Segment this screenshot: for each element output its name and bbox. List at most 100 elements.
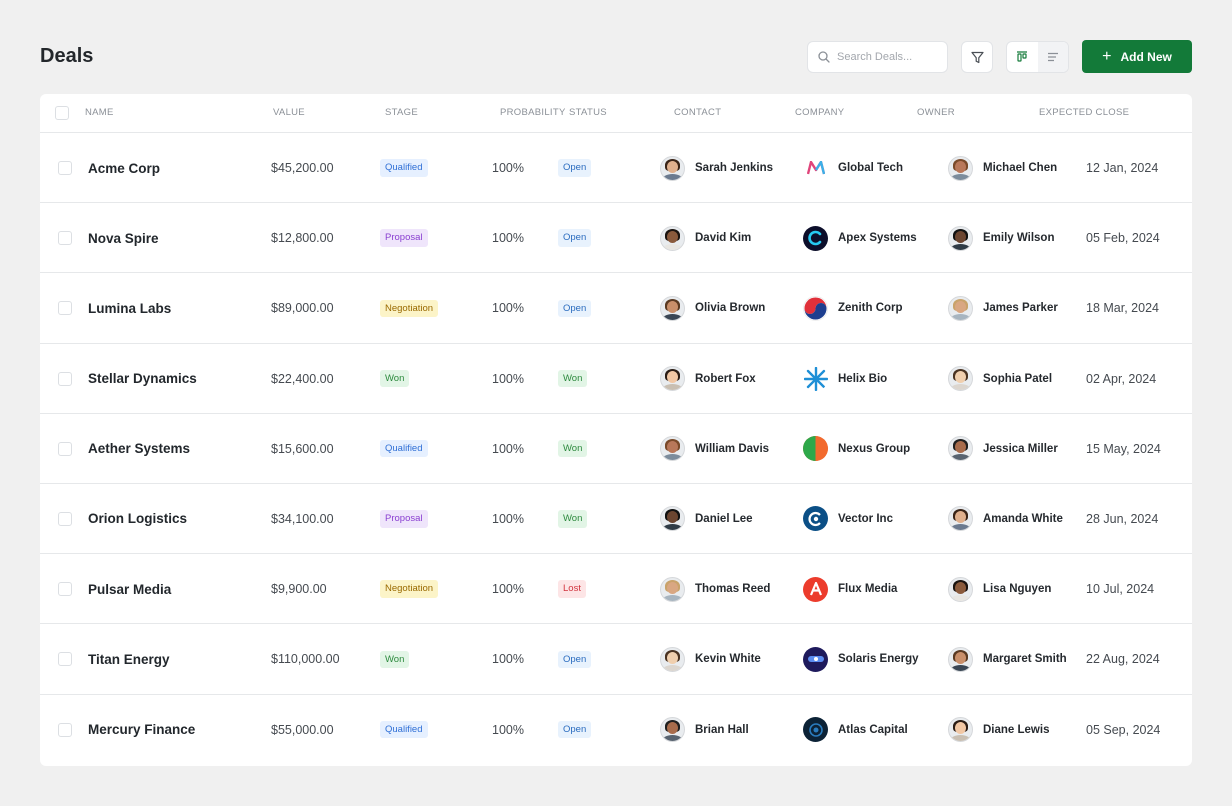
contact-name: William Davis: [695, 442, 770, 455]
company-entry[interactable]: Nexus Group: [803, 436, 910, 462]
table-row[interactable]: Pulsar Media $9,900.00 Negotiation 100% Lost…: [40, 554, 1192, 625]
deal-name[interactable]: Stellar Dynamics: [88, 344, 197, 414]
owner-person[interactable]: Margaret Smith: [948, 646, 1067, 672]
table-row[interactable]: Nova Spire $12,800.00 Proposal 100% Open Davi…: [40, 203, 1192, 274]
deal-name[interactable]: Mercury Finance: [88, 695, 195, 765]
avatar: [948, 717, 973, 742]
row-checkbox[interactable]: [58, 161, 72, 175]
expected-close-date: 28 Jun, 2024: [1086, 511, 1159, 526]
contact-person[interactable]: Thomas Reed: [660, 576, 770, 602]
row-checkbox[interactable]: [58, 511, 72, 526]
avatar: [948, 576, 973, 602]
deal-value: $15,600.00: [271, 441, 334, 456]
table-row[interactable]: Orion Logistics $34,100.00 Proposal 100% Won…: [40, 484, 1192, 555]
deal-name[interactable]: Orion Logistics: [88, 484, 187, 554]
select-all-checkbox[interactable]: [55, 106, 69, 120]
avatar: [948, 225, 973, 251]
status-badge: Open: [558, 159, 592, 177]
company-logo: [803, 295, 828, 321]
column-header-owner[interactable]: Owner: [917, 94, 955, 133]
table-row[interactable]: Titan Energy $110,000.00 Won 100% Open Kevin …: [40, 624, 1192, 695]
deal-value: $110,000.00: [271, 652, 340, 667]
company-name: Apex Systems: [838, 232, 917, 245]
deal-name[interactable]: Pulsar Media: [88, 554, 171, 624]
deal-name[interactable]: Titan Energy: [88, 624, 170, 694]
row-checkbox[interactable]: [58, 582, 72, 597]
table-row[interactable]: Lumina Labs $89,000.00 Negotiation 100% Open…: [40, 273, 1192, 344]
owner-person[interactable]: James Parker: [948, 295, 1058, 321]
view-toggle[interactable]: [1006, 41, 1069, 73]
row-checkbox[interactable]: [58, 301, 72, 316]
add-new-button[interactable]: + Add New: [1082, 40, 1192, 73]
column-header-probability[interactable]: Probability: [500, 94, 566, 133]
expected-close-date: 02 Apr, 2024: [1086, 371, 1157, 386]
table-row[interactable]: Acme Corp $45,200.00 Qualified 100% Open Sara…: [40, 133, 1192, 204]
company-name: Flux Media: [838, 583, 898, 596]
company-entry[interactable]: Apex Systems: [803, 225, 917, 251]
avatar: [660, 366, 685, 392]
column-header-stage[interactable]: Stage: [385, 94, 418, 133]
deal-value: $45,200.00: [271, 161, 334, 175]
company-entry[interactable]: Zenith Corp: [803, 295, 903, 321]
table-row[interactable]: Mercury Finance $55,000.00 Qualified 100% Op…: [40, 695, 1192, 765]
table-row[interactable]: Stellar Dynamics $22,400.00 Won 100% Won Robe…: [40, 344, 1192, 414]
table-row[interactable]: Aether Systems $15,600.00 Qualified 100% Won…: [40, 414, 1192, 484]
company-entry[interactable]: Atlas Capital: [803, 717, 908, 742]
deal-probability: 100%: [492, 652, 524, 667]
column-header-contact[interactable]: Contact: [674, 94, 721, 133]
search-box[interactable]: [807, 41, 948, 73]
contact-person[interactable]: William Davis: [660, 436, 770, 462]
expected-close-date: 22 Aug, 2024: [1086, 652, 1160, 667]
owner-person[interactable]: Jessica Miller: [948, 436, 1058, 462]
row-checkbox[interactable]: [58, 441, 72, 456]
filter-icon: [970, 51, 984, 63]
deal-name[interactable]: Lumina Labs: [88, 273, 171, 343]
stage-badge: Qualified: [380, 159, 428, 177]
avatar: [660, 225, 685, 251]
contact-person[interactable]: David Kim: [660, 225, 751, 251]
owner-person[interactable]: Amanda White: [948, 506, 1063, 532]
row-checkbox[interactable]: [58, 231, 72, 246]
contact-person[interactable]: Sarah Jenkins: [660, 155, 773, 181]
contact-person[interactable]: Robert Fox: [660, 366, 756, 392]
stage-badge: Qualified: [380, 440, 428, 458]
table-header: Name Value Stage Probability Status Cont…: [40, 94, 1192, 133]
contact-name: Robert Fox: [695, 372, 756, 385]
deal-probability: 100%: [492, 511, 524, 526]
row-checkbox[interactable]: [58, 722, 72, 737]
owner-person[interactable]: Michael Chen: [948, 155, 1057, 181]
contact-person[interactable]: Olivia Brown: [660, 295, 765, 321]
company-entry[interactable]: Vector Inc: [803, 506, 893, 532]
owner-person[interactable]: Emily Wilson: [948, 225, 1054, 251]
deal-probability: 100%: [492, 441, 524, 456]
owner-person[interactable]: Sophia Patel: [948, 366, 1052, 392]
company-entry[interactable]: Solaris Energy: [803, 646, 919, 672]
board-view-button[interactable]: [1007, 42, 1038, 72]
company-entry[interactable]: Helix Bio: [803, 366, 887, 392]
deal-name[interactable]: Nova Spire: [88, 203, 159, 273]
column-header-status[interactable]: Status: [569, 94, 607, 133]
company-logo: [803, 225, 828, 251]
search-input[interactable]: [837, 51, 937, 63]
column-header-value[interactable]: Value: [273, 94, 305, 133]
owner-name: Jessica Miller: [983, 442, 1058, 455]
row-checkbox[interactable]: [58, 652, 72, 667]
company-entry[interactable]: Global Tech: [803, 155, 903, 181]
contact-name: Brian Hall: [695, 723, 749, 736]
owner-person[interactable]: Lisa Nguyen: [948, 576, 1051, 602]
deal-probability: 100%: [492, 301, 524, 316]
column-header-name[interactable]: Name: [85, 94, 114, 133]
column-header-company[interactable]: Company: [795, 94, 844, 133]
contact-person[interactable]: Brian Hall: [660, 717, 749, 742]
filter-button[interactable]: [961, 41, 993, 73]
company-entry[interactable]: Flux Media: [803, 576, 898, 602]
owner-person[interactable]: Diane Lewis: [948, 717, 1049, 742]
row-checkbox[interactable]: [58, 371, 72, 386]
list-view-button[interactable]: [1037, 42, 1068, 72]
avatar: [948, 155, 973, 181]
contact-person[interactable]: Kevin White: [660, 646, 761, 672]
column-header-expected-close[interactable]: Expected Close: [1039, 94, 1129, 133]
deal-name[interactable]: Acme Corp: [88, 133, 160, 203]
deal-name[interactable]: Aether Systems: [88, 414, 190, 484]
contact-person[interactable]: Daniel Lee: [660, 506, 753, 532]
